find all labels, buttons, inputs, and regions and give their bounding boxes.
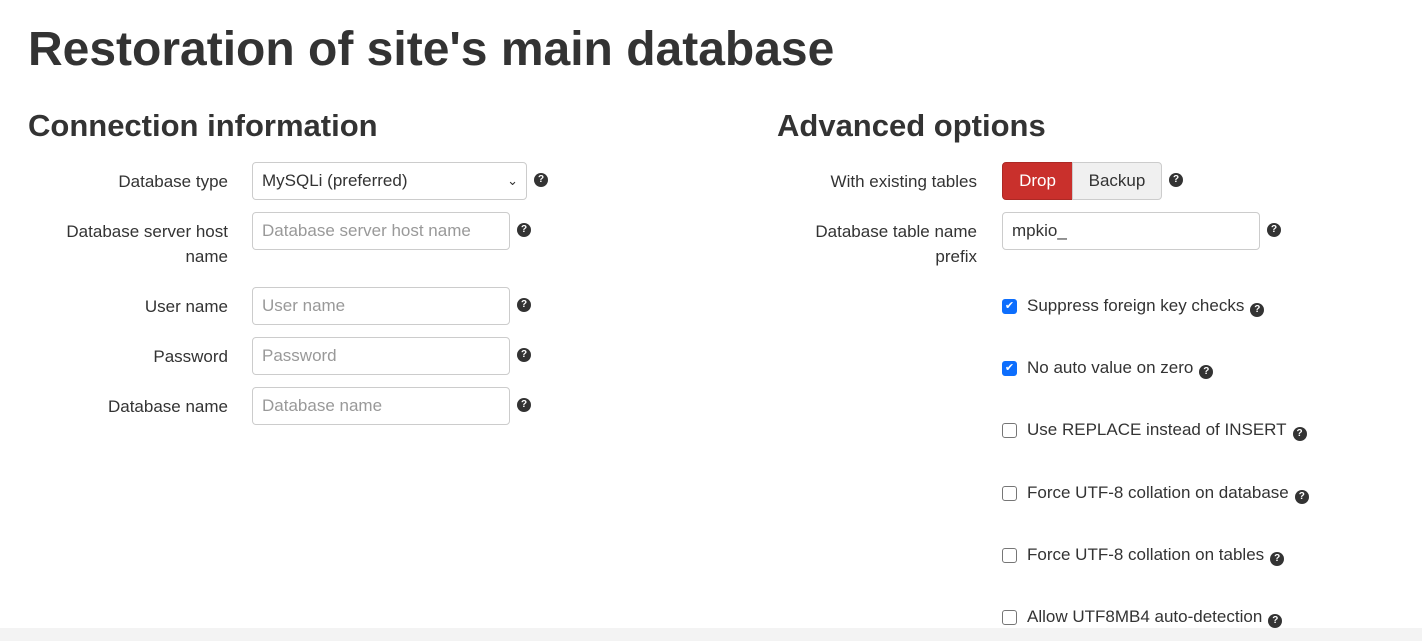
chevron-down-icon: ⌄ xyxy=(507,173,518,188)
existing-tables-label: With existing tables xyxy=(830,172,977,191)
checkbox-label[interactable]: Suppress foreign key checks? xyxy=(1027,296,1265,317)
checkbox[interactable] xyxy=(1002,486,1017,501)
backup-button[interactable]: Backup xyxy=(1072,162,1162,200)
password-label: Password xyxy=(153,347,228,366)
checkbox-label-text: Allow UTF8MB4 auto-detection xyxy=(1027,607,1263,626)
help-icon[interactable]: ? xyxy=(1268,614,1283,628)
checkbox-label[interactable]: Force UTF-8 collation on tables? xyxy=(1027,545,1285,566)
password-input[interactable]: Password xyxy=(252,337,510,375)
check-icon: ✔ xyxy=(1004,362,1015,374)
help-icon[interactable]: ? xyxy=(517,398,531,412)
advanced-heading: Advanced options xyxy=(777,108,1046,143)
checkbox[interactable] xyxy=(1002,610,1017,625)
page-title: Restoration of site's main database xyxy=(28,23,835,76)
help-icon[interactable]: ? xyxy=(1199,365,1214,379)
db-name-input[interactable]: Database name xyxy=(252,387,510,425)
host-label: Database server host name xyxy=(66,219,228,269)
help-icon[interactable]: ? xyxy=(517,298,531,312)
help-icon[interactable]: ? xyxy=(1250,303,1265,317)
help-icon[interactable]: ? xyxy=(517,348,531,362)
help-icon[interactable]: ? xyxy=(1169,173,1183,187)
db-name-label: Database name xyxy=(107,397,228,416)
help-icon[interactable]: ? xyxy=(1292,427,1307,441)
checkbox-label[interactable]: Allow UTF8MB4 auto-detection? xyxy=(1027,607,1283,628)
host-label-line1: Database server host xyxy=(66,222,228,241)
user-label: User name xyxy=(144,297,228,316)
checkbox[interactable] xyxy=(1002,548,1017,563)
checkbox-label-text: No auto value on zero xyxy=(1027,358,1194,377)
checkbox-label[interactable]: Use REPLACE instead of INSERT? xyxy=(1027,420,1307,441)
user-input[interactable]: User name xyxy=(252,287,510,325)
prefix-value: mpkio_ xyxy=(1012,221,1067,240)
prefix-input[interactable]: mpkio_ xyxy=(1002,212,1260,250)
host-input[interactable]: Database server host name xyxy=(252,212,510,250)
checkbox-label[interactable]: No auto value on zero? xyxy=(1027,358,1214,379)
check-icon: ✔ xyxy=(1004,300,1015,312)
checkbox[interactable] xyxy=(1002,423,1017,438)
checkbox-label-text: Use REPLACE instead of INSERT xyxy=(1027,420,1287,439)
checkbox-label-text: Force UTF-8 collation on database xyxy=(1027,483,1289,502)
help-icon[interactable]: ? xyxy=(517,223,531,237)
help-icon[interactable]: ? xyxy=(1270,552,1285,566)
user-placeholder: User name xyxy=(262,296,346,315)
connection-heading: Connection information xyxy=(28,108,378,143)
checkbox-label-text: Suppress foreign key checks xyxy=(1027,296,1245,315)
checkbox-label[interactable]: Force UTF-8 collation on database? xyxy=(1027,483,1309,504)
checkbox[interactable]: ✔ xyxy=(1002,299,1017,314)
db-type-label: Database type xyxy=(118,172,228,191)
help-icon[interactable]: ? xyxy=(1267,223,1281,237)
db-type-value: MySQLi (preferred) xyxy=(262,171,408,190)
prefix-label-line2: prefix xyxy=(935,247,977,266)
drop-button[interactable]: Drop xyxy=(1002,162,1073,200)
help-icon[interactable]: ? xyxy=(534,173,548,187)
password-placeholder: Password xyxy=(262,346,337,365)
host-label-line2: name xyxy=(185,247,228,266)
footer-bar xyxy=(0,628,1422,641)
checkbox-label-text: Force UTF-8 collation on tables xyxy=(1027,545,1265,564)
db-type-select[interactable]: MySQLi (preferred) ⌄ xyxy=(252,162,527,200)
host-placeholder: Database server host name xyxy=(262,221,471,240)
prefix-label-line1: Database table name xyxy=(815,222,977,241)
prefix-label: Database table name prefix xyxy=(815,219,977,269)
db-name-placeholder: Database name xyxy=(262,396,383,415)
help-icon[interactable]: ? xyxy=(1294,490,1309,504)
checkbox[interactable]: ✔ xyxy=(1002,361,1017,376)
